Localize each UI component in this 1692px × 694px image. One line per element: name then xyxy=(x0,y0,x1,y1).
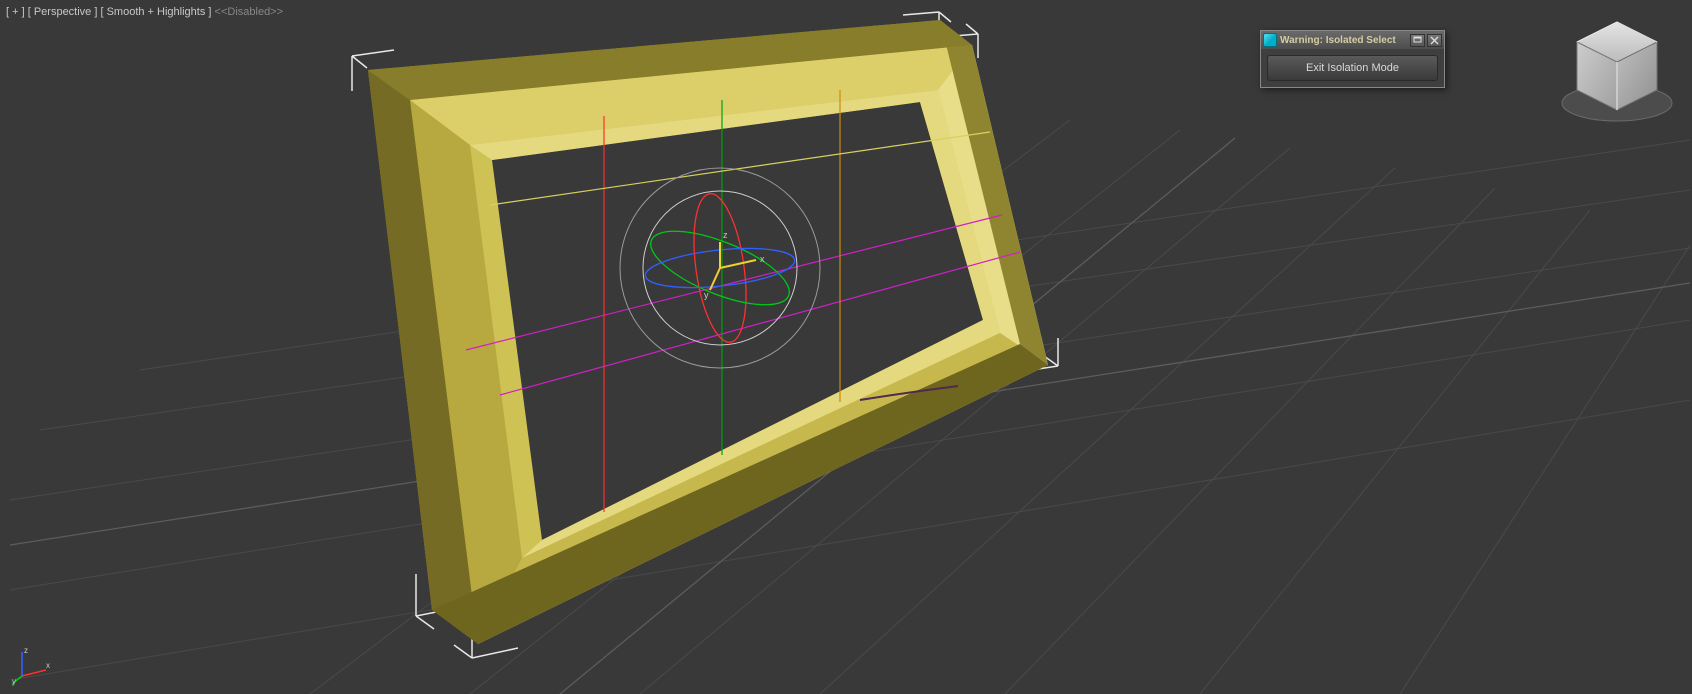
dialog-close-button[interactable] xyxy=(1427,34,1442,47)
world-axis-y: y xyxy=(12,677,16,686)
viewcube[interactable] xyxy=(1552,10,1682,140)
exit-isolation-button[interactable]: Exit Isolation Mode xyxy=(1267,55,1438,81)
viewport-menu-view[interactable]: [ Perspective ] xyxy=(28,6,98,18)
dialog-titlebar[interactable]: Warning: Isolated Select xyxy=(1261,31,1444,49)
world-axis-tripod: z x y xyxy=(12,646,52,686)
dialog-title: Warning: Isolated Select xyxy=(1280,35,1408,46)
viewport-canvas[interactable]: x y z xyxy=(0,0,1692,694)
gizmo-x-label: x xyxy=(760,254,765,264)
viewport-label[interactable]: [ + ] [ Perspective ] [ Smooth + Highlig… xyxy=(6,6,283,18)
isolation-warning-dialog[interactable]: Warning: Isolated Select Exit Isolation … xyxy=(1260,30,1445,88)
viewport-menu-shading[interactable]: [ Smooth + Highlights ] xyxy=(100,6,211,18)
viewport-menu-plus[interactable]: [ + ] xyxy=(6,6,25,18)
world-axis-z: z xyxy=(24,646,28,655)
gizmo-y-label: y xyxy=(704,290,709,300)
world-axis-x: x xyxy=(46,661,50,670)
dialog-minimize-button[interactable] xyxy=(1410,34,1425,47)
viewport-disabled-tag: <<Disabled>> xyxy=(215,6,284,18)
gizmo-z-label: z xyxy=(723,230,728,240)
app-icon xyxy=(1263,33,1277,47)
